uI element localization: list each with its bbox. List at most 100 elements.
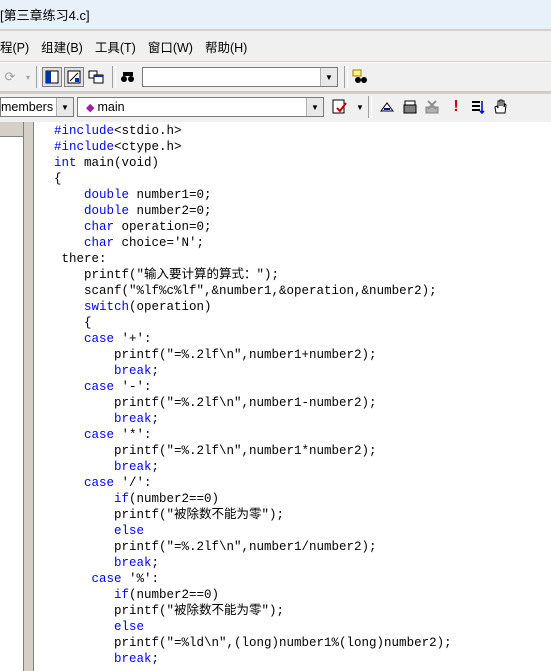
code-text: { [54,172,62,186]
menu-bar: 程(P) 组建(B) 工具(T) 窗口(W) 帮助(H) [0,31,551,61]
code-line[interactable]: break; [54,363,159,379]
code-text: { [84,316,92,330]
code-keyword: else [114,524,145,538]
chevron-down-icon[interactable]: ▼ [306,98,323,116]
find-combo[interactable]: ▼ [142,67,338,87]
find-in-files-icon[interactable] [118,67,138,87]
wizard-action-dropdown-icon[interactable]: ▼ [350,97,370,117]
workspace-icon[interactable] [42,67,62,87]
code-keyword: char [84,236,115,250]
output-window-icon[interactable] [64,67,84,87]
code-editor[interactable]: #include<stdio.h> #include<ctype.h> int ma… [33,122,551,671]
title-bar: [第三章练习4.c] [0,0,551,30]
code-text: <stdio.h> [114,124,182,138]
chevron-down-icon[interactable]: ▼ [56,98,73,116]
code-text: (number2==0) [129,492,220,506]
toolbar-separator [344,66,348,88]
code-line[interactable]: printf("=%.2lf\n",number1-number2); [54,395,377,411]
execute-icon[interactable]: ! [446,97,466,117]
code-line[interactable]: switch(operation) [54,299,212,315]
find-icon[interactable] [350,67,370,87]
workspace-pane[interactable] [0,122,24,671]
code-keyword: else [114,620,145,634]
code-line[interactable]: scanf("%lf%c%lf",&number1,&operation,&nu… [54,283,437,299]
breakpoint-hand-icon[interactable] [490,97,510,117]
code-text: there: [61,252,107,266]
code-line[interactable]: int main(void) [54,155,159,171]
code-keyword: #include [54,124,115,138]
code-line[interactable]: printf("输入要计算的算式："); [54,267,279,283]
code-line[interactable]: printf("=%ld\n",(long)number1%(long)numb… [54,635,452,651]
splitter[interactable] [24,122,33,671]
members-combo[interactable]: members ▼ [0,97,74,117]
code-line[interactable]: case '%': [54,571,160,587]
menu-build[interactable]: 组建(B) [35,37,89,56]
window-list-icon[interactable] [86,67,106,87]
code-keyword: break [114,556,152,570]
code-text: (operation) [129,300,212,314]
toolbar-separator [112,66,116,88]
code-line[interactable]: else [54,523,144,539]
menu-project[interactable]: 程(P) [0,37,35,56]
code-keyword: if [114,588,130,602]
menu-window[interactable]: 窗口(W) [142,37,199,56]
code-line[interactable]: printf("被除数不能为零"); [54,603,284,619]
code-line[interactable]: if(number2==0) [54,587,219,603]
code-line[interactable]: printf("被除数不能为零"); [54,507,284,523]
code-keyword: #include [54,140,115,154]
code-line[interactable]: else [54,619,144,635]
code-line[interactable]: break; [54,411,159,427]
go-icon[interactable] [468,97,488,117]
code-line[interactable]: break; [54,459,159,475]
code-line[interactable]: case '*': [54,427,152,443]
code-line[interactable]: if(number2==0) [54,491,219,507]
chevron-down-icon[interactable]: ▼ [320,68,337,86]
code-keyword: break [114,364,152,378]
wizard-bar: members ▼ ◆ main ▼ ▼ ! [0,94,551,122]
code-line[interactable]: { [54,315,92,331]
code-line[interactable]: printf("=%.2lf\n",number1*number2); [54,443,377,459]
stop-build-icon[interactable] [422,97,442,117]
build-icon[interactable] [400,97,420,117]
menu-help[interactable]: 帮助(H) [199,37,253,56]
code-text: number1=0; [129,188,212,202]
menu-tools[interactable]: 工具(T) [89,37,142,56]
redo-dropdown-icon[interactable]: ▾ [18,67,38,87]
code-line[interactable]: char operation=0; [54,219,212,235]
code-line[interactable]: double number1=0; [54,187,212,203]
code-line[interactable]: there: [54,251,107,267]
code-line[interactable]: case '/': [54,475,152,491]
code-line[interactable]: case '-': [54,379,152,395]
code-line[interactable]: double number2=0; [54,203,212,219]
redo-icon[interactable]: ⟳ [0,67,20,87]
code-line[interactable]: printf("=%.2lf\n",number1/number2); [54,539,377,555]
code-line[interactable]: printf("=%.2lf\n",number1+number2); [54,347,377,363]
code-line[interactable]: #include<ctype.h> [54,139,182,155]
compile-icon[interactable] [377,97,397,117]
function-combo[interactable]: ◆ main ▼ [77,97,324,117]
code-line[interactable]: #include<stdio.h> [54,123,182,139]
code-keyword: double [84,188,130,202]
code-line[interactable]: { [54,171,62,187]
code-text: printf("输入要计算的算式："); [84,268,280,282]
code-line[interactable]: case '+': [54,331,152,347]
code-line[interactable]: break; [54,555,159,571]
code-keyword: break [114,652,152,666]
wizard-action-icon[interactable] [330,97,350,117]
code-line[interactable]: char choice='N'; [54,235,204,251]
toolbar-separator [36,66,40,88]
code-line[interactable]: break; [54,651,159,667]
window-title: [第三章练习4.c] [0,8,90,23]
code-text: printf("=%.2lf\n",number1+number2); [114,348,377,362]
